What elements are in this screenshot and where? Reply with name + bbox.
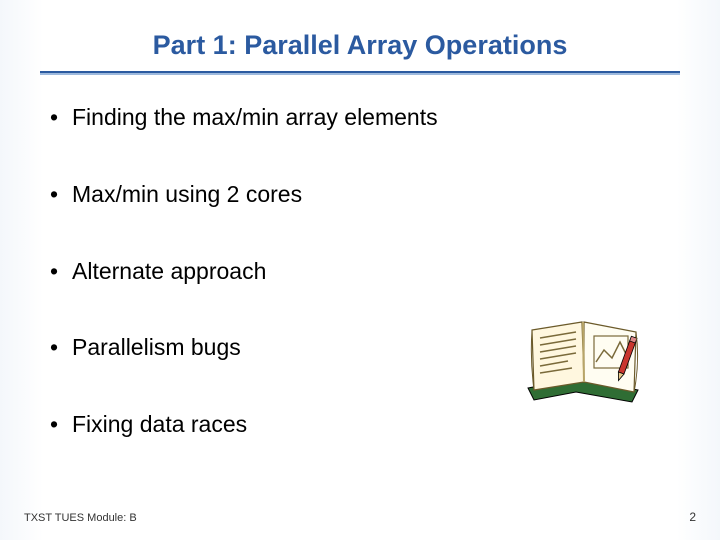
page-number: 2 [689,510,696,524]
list-item: Fixing data races [44,410,676,439]
slide: Part 1: Parallel Array Operations Findin… [0,0,720,540]
open-book-icon [520,310,650,410]
list-item: Alternate approach [44,257,676,286]
list-item: Finding the max/min array elements [44,103,676,132]
title-rule [40,71,680,75]
slide-title: Part 1: Parallel Array Operations [40,24,680,71]
list-item: Max/min using 2 cores [44,180,676,209]
footer-module: TXST TUES Module: B [24,512,137,524]
